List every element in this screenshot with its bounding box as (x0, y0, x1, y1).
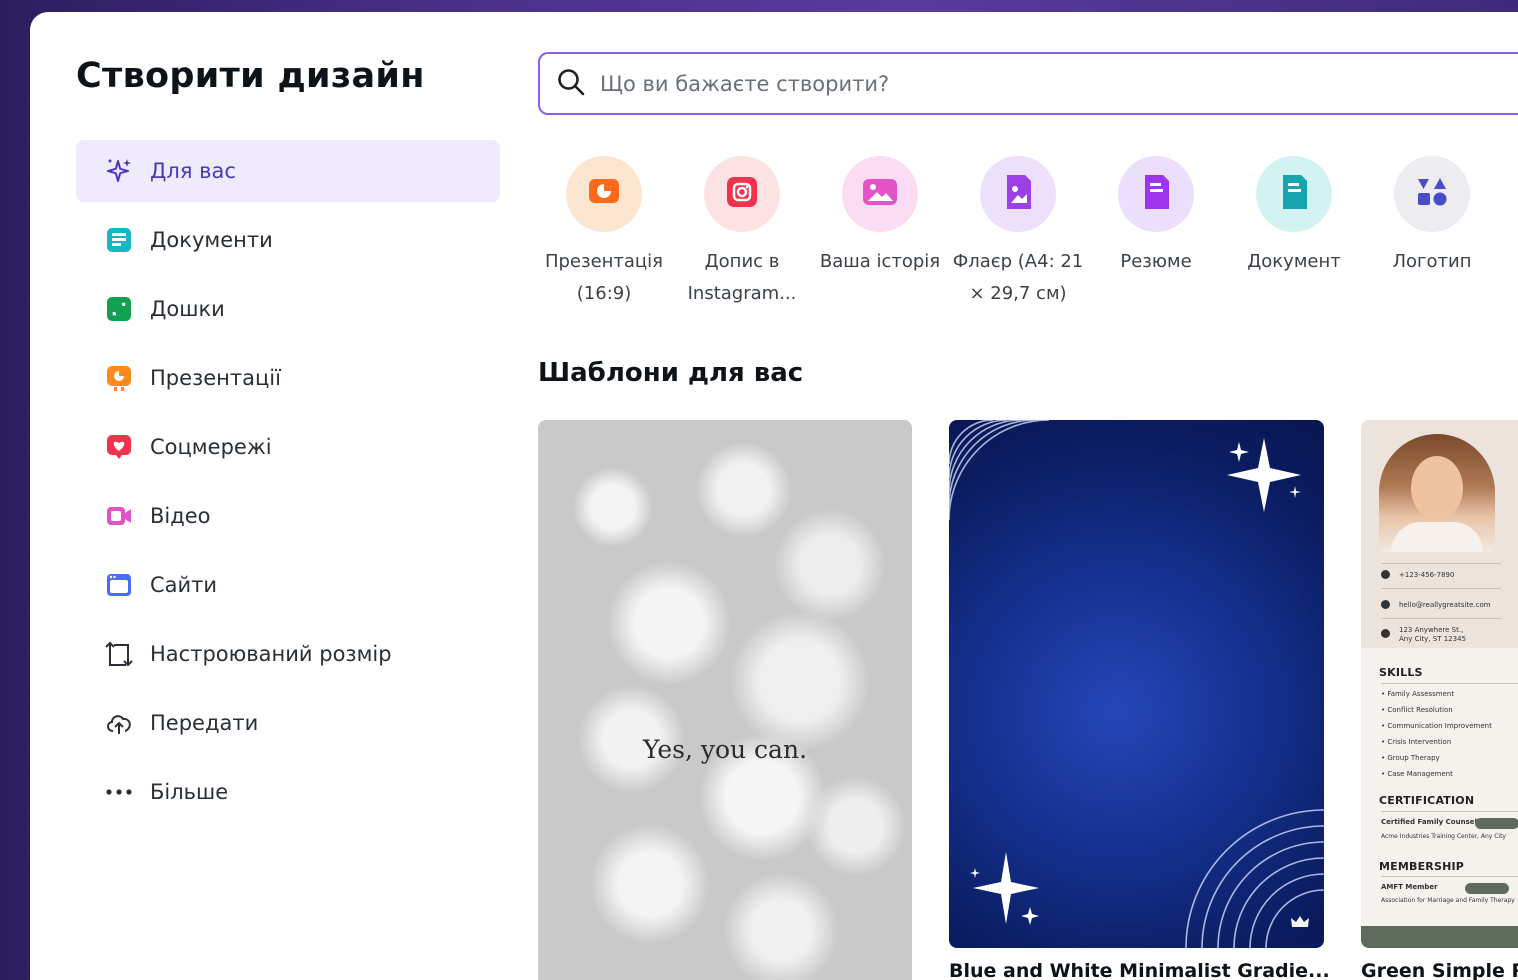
sidebar-item-for-you[interactable]: Для вас (76, 140, 500, 202)
resume-skill: • Communication Improvement (1381, 722, 1492, 730)
presentation-icon (104, 363, 134, 393)
category-circle (1118, 156, 1194, 232)
templates-section-title: Шаблони для вас (538, 358, 804, 388)
more-dots-icon (104, 777, 134, 807)
category-your-story[interactable]: Ваша історія (811, 156, 949, 310)
category-label: Резюме (1120, 251, 1192, 272)
resume-date-pill (1475, 818, 1518, 829)
video-icon (104, 501, 134, 531)
sidebar-item-whiteboards[interactable]: Дошки (76, 278, 500, 340)
category-flyer[interactable]: Флаєр (А4: 21 × 29,7 см) (949, 156, 1087, 310)
resume-skill: • Crisis Intervention (1381, 738, 1452, 746)
search-icon (556, 67, 586, 101)
template-card-text: Yes, you can. (642, 735, 808, 764)
resume-photo (1379, 434, 1495, 552)
whiteboard-icon (104, 294, 134, 324)
design-type-shortcuts: Презентація (16:9) Допис в Instagram... … (535, 156, 1501, 310)
category-resume[interactable]: Резюме (1087, 156, 1225, 310)
flyer-icon (999, 172, 1037, 216)
sidebar-item-label: Соцмережі (150, 435, 272, 459)
resume-footer-bar (1361, 926, 1518, 948)
template-card[interactable]: Yes, you can. (538, 420, 912, 980)
category-circle (704, 156, 780, 232)
upload-cloud-icon (104, 708, 134, 738)
gradient-decoration (949, 420, 1324, 948)
docs-icon (104, 225, 134, 255)
resume-address-1: 123 Anywhere St., (1399, 626, 1464, 634)
sidebar-item-upload[interactable]: Передати (76, 692, 500, 754)
resume-address-2: Any City, ST 12345 (1399, 635, 1466, 643)
category-logo[interactable]: Логотип (1363, 156, 1501, 310)
category-presentation[interactable]: Презентація (16:9) (535, 156, 673, 310)
sidebar-item-docs[interactable]: Документи (76, 209, 500, 271)
resume-skill: • Case Management (1381, 770, 1453, 778)
sidebar-item-label: Більше (150, 780, 229, 804)
premium-crown-icon (1290, 914, 1310, 934)
document-icon (1275, 172, 1313, 216)
resume-member-sub: Association for Marriage and Family Ther… (1381, 897, 1515, 904)
sidebar-item-label: Передати (150, 711, 259, 735)
sparkle-icon (104, 156, 134, 186)
category-circle (1256, 156, 1332, 232)
sidebar-item-label: Настроюваний розмір (150, 642, 392, 666)
template-caption[interactable]: Green Simple R (1361, 960, 1518, 980)
resume-cert-line: Certified Family Counselor (1381, 818, 1486, 826)
template-card[interactable] (949, 420, 1324, 948)
resume-cert-sub: Acme Industries Training Center, Any Cit… (1381, 833, 1506, 840)
sidebar-nav: Для вас Документи Дошки Презентації Соцм… (76, 140, 500, 830)
category-label: Флаєр (А4: 21 × 29,7 см) (952, 251, 1084, 304)
resume-skills-heading: SKILLS (1379, 666, 1423, 679)
category-circle (980, 156, 1056, 232)
sidebar-item-label: Для вас (150, 159, 236, 183)
category-label: Допис в Instagram... (687, 251, 797, 304)
resume-email: hello@reallygreatsite.com (1399, 601, 1491, 609)
sidebar-item-label: Презентації (150, 366, 281, 390)
sidebar-item-label: Документи (150, 228, 273, 252)
page-title: Створити дизайн (76, 56, 425, 96)
sidebar-item-more[interactable]: Більше (76, 761, 500, 823)
search-input[interactable] (600, 71, 1500, 96)
heart-icon (104, 432, 134, 462)
resume-skill: • Family Assessment (1381, 690, 1455, 698)
category-circle (1394, 156, 1470, 232)
sidebar-item-social[interactable]: Соцмережі (76, 416, 500, 478)
presentation-icon (585, 173, 623, 215)
sidebar-item-custom-size[interactable]: Настроюваний розмір (76, 623, 500, 685)
resume-skill: • Conflict Resolution (1381, 706, 1453, 714)
category-circle (566, 156, 642, 232)
category-circle (842, 156, 918, 232)
sidebar-item-label: Сайти (150, 573, 218, 597)
image-icon (860, 173, 900, 215)
search-bar[interactable] (538, 52, 1518, 115)
resume-skill: • Group Therapy (1381, 754, 1440, 762)
category-label: Документ (1247, 251, 1341, 272)
logo-shapes-icon (1413, 173, 1451, 215)
sidebar-item-label: Дошки (150, 297, 225, 321)
category-label: Ваша історія (819, 251, 941, 272)
sidebar-item-video[interactable]: Відео (76, 485, 500, 547)
template-card[interactable]: +123-456-7890 hello@reallygreatsite.com … (1361, 420, 1518, 948)
create-design-panel: Створити дизайн Для вас Документи Дошки … (30, 12, 1518, 980)
resume-phone: +123-456-7890 (1399, 571, 1455, 579)
instagram-icon (723, 173, 761, 215)
resume-date-pill (1465, 883, 1509, 894)
category-label: Логотип (1392, 251, 1472, 272)
category-instagram-post[interactable]: Допис в Instagram... (673, 156, 811, 310)
resume-member-line: AMFT Member (1381, 883, 1438, 891)
category-document[interactable]: Документ (1225, 156, 1363, 310)
resume-icon (1137, 172, 1175, 216)
sidebar-item-label: Відео (150, 504, 211, 528)
resume-certification-heading: CERTIFICATION (1379, 794, 1475, 807)
sidebar-item-presentations[interactable]: Презентації (76, 347, 500, 409)
custom-size-icon (104, 639, 134, 669)
template-caption[interactable]: Blue and White Minimalist Gradie... (949, 960, 1330, 980)
sidebar-item-websites[interactable]: Сайти (76, 554, 500, 616)
resume-membership-heading: MEMBERSHIP (1379, 860, 1465, 873)
category-label: Презентація (16:9) (544, 251, 664, 304)
resume-header: +123-456-7890 hello@reallygreatsite.com … (1361, 420, 1518, 648)
website-icon (104, 570, 134, 600)
